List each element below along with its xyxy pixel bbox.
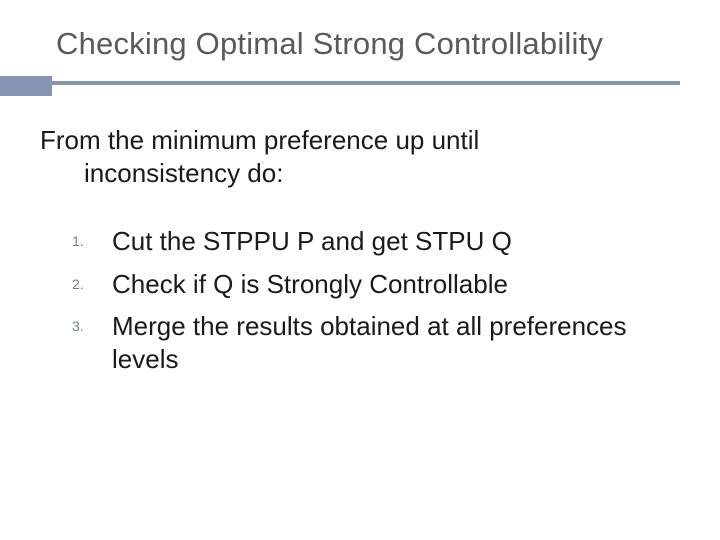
accent-bar [0,76,720,90]
list-item: 3. Merge the results obtained at all pre… [40,310,680,385]
list-item: 1. Cut the STPPU P and get STPU Q [40,225,680,268]
accent-block [0,76,52,96]
list-marker: 2. [72,276,84,294]
list-marker: 1. [72,233,84,251]
intro-line-1: From the minimum preference up until [40,125,479,155]
slide: Checking Optimal Strong Controllability … [0,0,720,540]
list-text: Check if Q is Strongly Controllable [112,269,508,299]
list-text: Cut the STPPU P and get STPU Q [112,226,512,256]
accent-line [0,81,680,85]
list-text: Merge the results obtained at all prefer… [112,311,627,374]
intro-line-2: inconsistency do: [40,158,283,188]
intro-text: From the minimum preference up until inc… [40,124,680,189]
slide-title: Checking Optimal Strong Controllability [0,0,720,76]
slide-body: From the minimum preference up until inc… [0,90,720,385]
list-item: 2. Check if Q is Strongly Controllable [40,268,680,311]
numbered-list: 1. Cut the STPPU P and get STPU Q 2. Che… [40,225,680,385]
list-marker: 3. [72,318,84,336]
